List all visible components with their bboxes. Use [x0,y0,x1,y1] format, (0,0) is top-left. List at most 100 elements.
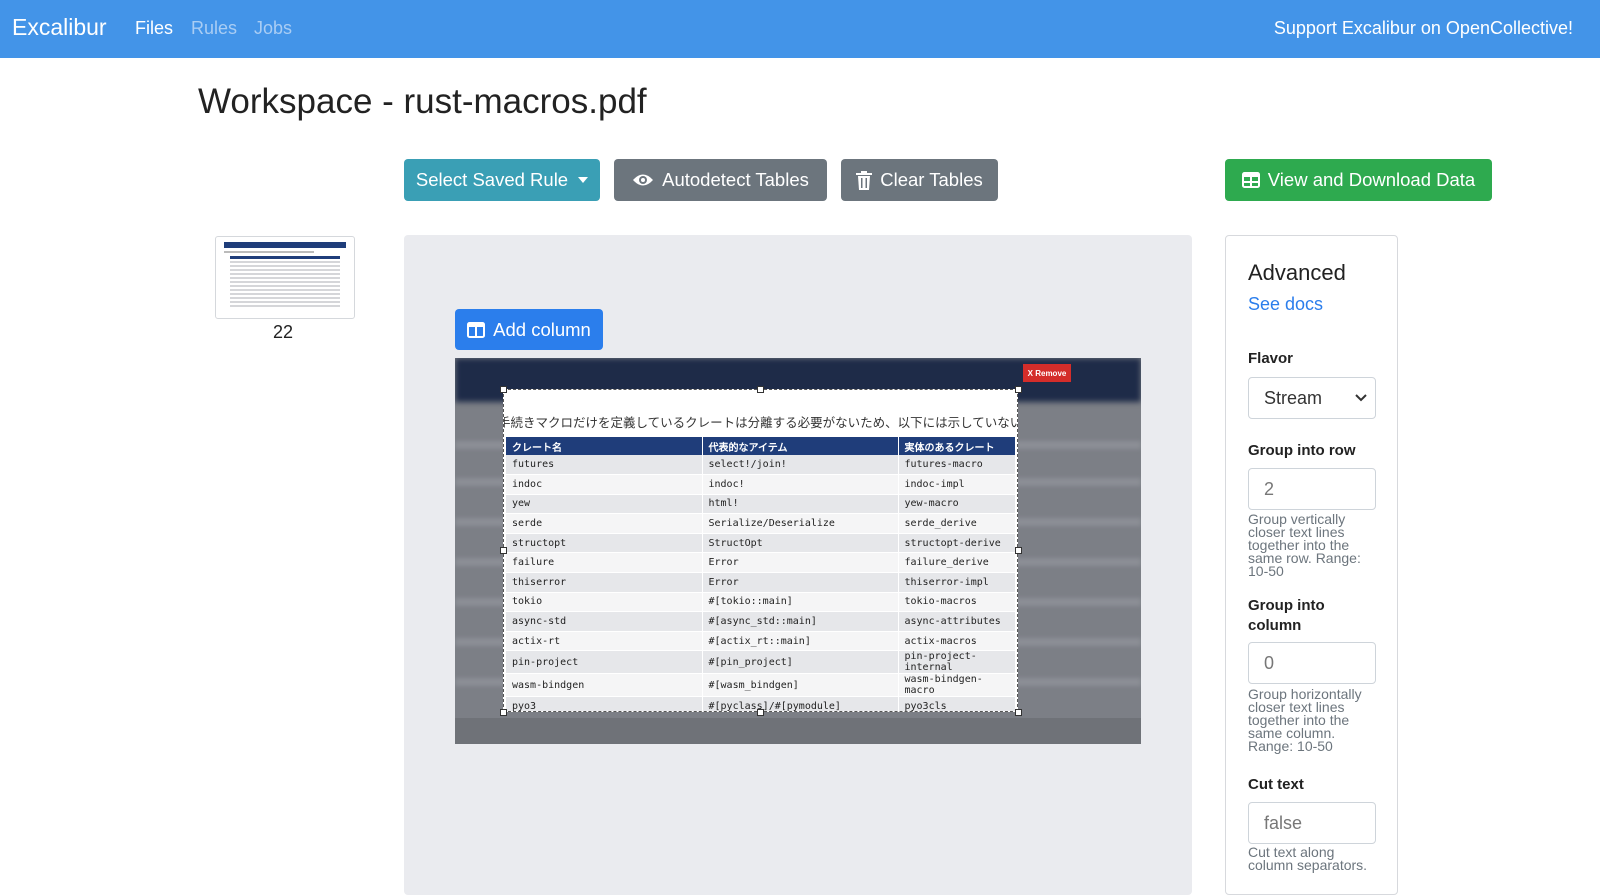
select-saved-rule-dropdown[interactable]: Select Saved Rule [404,159,600,201]
table-cell: async-std [506,611,703,632]
brand-logo[interactable]: Excalibur [12,14,107,41]
pdf-slide-footer [455,718,1141,744]
table-cell: thiserror-impl [898,572,1016,593]
resize-handle[interactable] [500,709,507,716]
table-cell: failure [506,552,703,574]
column-tol-input[interactable]: 0 [1248,642,1376,684]
table-row: failure Error failure_derive [506,552,1016,574]
table-cell: Error [702,572,899,593]
advanced-panel: Advanced See docs Flavor Stream Group in… [1225,235,1398,895]
table-cell: actix-rt [506,631,703,652]
autodetect-tables-button[interactable]: Autodetect Tables [614,159,827,201]
table-header-cell: 代表的なアイテム [702,437,899,455]
nav-files[interactable]: Files [135,18,173,39]
resize-handle[interactable] [757,386,764,393]
row-tol-input[interactable]: 2 [1248,468,1376,510]
table-cell: futures-macro [898,455,1016,476]
table-cell: thiserror [506,572,703,593]
clear-tables-button[interactable]: Clear Tables [841,159,998,201]
table-cell: #[pyclass]/#[pymodule] [702,696,899,711]
table-cell: StructOpt [702,533,899,554]
table-cell: structopt [506,533,703,554]
table-cell: futures [506,455,703,476]
table-selection-area[interactable]: 手続きマクロだけを定義しているクレートは分離する必要がないため、以下には示してい… [503,389,1018,712]
table-row: pin-project #[pin_project] pin-project-int… [506,650,1016,675]
page-title: Workspace - rust-macros.pdf [198,82,647,121]
remove-table-button[interactable]: X Remove [1023,364,1071,382]
table-cell: pin-project-internal [898,650,1016,675]
top-navbar: Excalibur Files Rules Jobs Support Excal… [0,0,1600,58]
table-row: structopt StructOpt structopt-derive [506,533,1016,554]
table-row: indoc indoc! indoc-impl [506,474,1016,495]
view-download-data-button[interactable]: View and Download Data [1225,159,1492,201]
column-tol-help: Group horizontally closer text lines tog… [1248,686,1362,755]
table-row: yew html! yew-macro [506,494,1016,515]
table-body: futures select!/join! futures-macro indoc in… [506,455,1016,711]
resize-handle[interactable] [500,547,507,554]
table-cell: yew [506,494,703,515]
page-thumbnail[interactable] [215,236,355,319]
table-cell: structopt-derive [898,533,1016,554]
add-column-button[interactable]: Add column [455,309,603,350]
clear-tables-label: Clear Tables [880,169,983,190]
resize-handle[interactable] [1015,709,1022,716]
detected-table: クレート名 代表的なアイテム 実体のあるクレート futures select!/… [506,437,1016,711]
table-cell: indoc-impl [898,474,1016,495]
flavor-value: Stream [1264,387,1323,408]
table-row: thiserror Error thiserror-impl [506,572,1016,593]
table-cell: indoc! [702,474,899,495]
table-cell: tokio [506,592,703,613]
table-header-cell: 実体のあるクレート [898,437,1016,455]
table-cell: #[wasm_bindgen] [702,673,899,698]
add-column-label: Add column [493,318,591,340]
table-cell: serde [506,513,703,534]
table-row: tokio #[tokio::main] tokio-macros [506,592,1016,613]
table-cell: yew-macro [898,494,1016,515]
trash-icon [856,170,873,190]
table-cell: failure_derive [898,552,1016,574]
table-cell: #[async_std::main] [702,611,899,632]
see-docs-link[interactable]: See docs [1248,294,1323,315]
support-link[interactable]: Support Excalibur on OpenCollective! [1274,18,1573,39]
page-number: 22 [273,322,294,342]
table-cell: pyo3cls [898,696,1016,711]
table-cell: Error [702,552,899,574]
table-cell: #[tokio::main] [702,592,899,613]
resize-handle[interactable] [1015,386,1022,393]
select-saved-rule-label: Select Saved Rule [415,169,569,190]
cut-text-input[interactable]: false [1248,802,1376,844]
table-cell: #[actix_rt::main] [702,631,899,652]
table-cell: #[pin_project] [702,650,899,675]
eye-icon [633,174,654,186]
view-download-data-label: View and Download Data [1267,169,1476,190]
table-row: futures select!/join! futures-macro [506,455,1016,476]
row-tol-help: Group vertically closer text lines toget… [1248,511,1361,580]
flavor-label: Flavor [1248,350,1294,367]
table-cell: pin-project [506,650,703,675]
columns-icon [467,321,486,338]
nav-rules[interactable]: Rules [191,18,237,39]
table-cell: select!/join! [702,455,899,476]
table-header-row: クレート名 代表的なアイテム 実体のあるクレート [506,437,1016,455]
table-cell: tokio-macros [898,592,1016,613]
resize-handle[interactable] [757,709,764,716]
table-cell: actix-macros [898,631,1016,652]
advanced-title: Advanced [1248,260,1346,285]
nav-jobs[interactable]: Jobs [254,18,292,39]
table-cell: wasm-bindgen [506,673,703,698]
flavor-select[interactable]: Stream [1248,377,1376,419]
cut-text-help: Cut text along column separators. [1248,844,1368,874]
table-cell: wasm-bindgen-macro [898,673,1016,698]
resize-handle[interactable] [1015,547,1022,554]
chevron-down-icon [1355,394,1367,402]
table-header-cell: クレート名 [506,437,703,455]
resize-handle[interactable] [500,386,507,393]
caret-down-icon [578,177,589,183]
table-cell: html! [702,494,899,515]
table-cell: serde_derive [898,513,1016,534]
table-cell: async-attributes [898,611,1016,632]
table-cell: Serialize/Deserialize [702,513,899,534]
column-tol-label: Group into column [1248,597,1325,634]
table-cell: pyo3 [506,696,703,711]
table-cell: indoc [506,474,703,495]
